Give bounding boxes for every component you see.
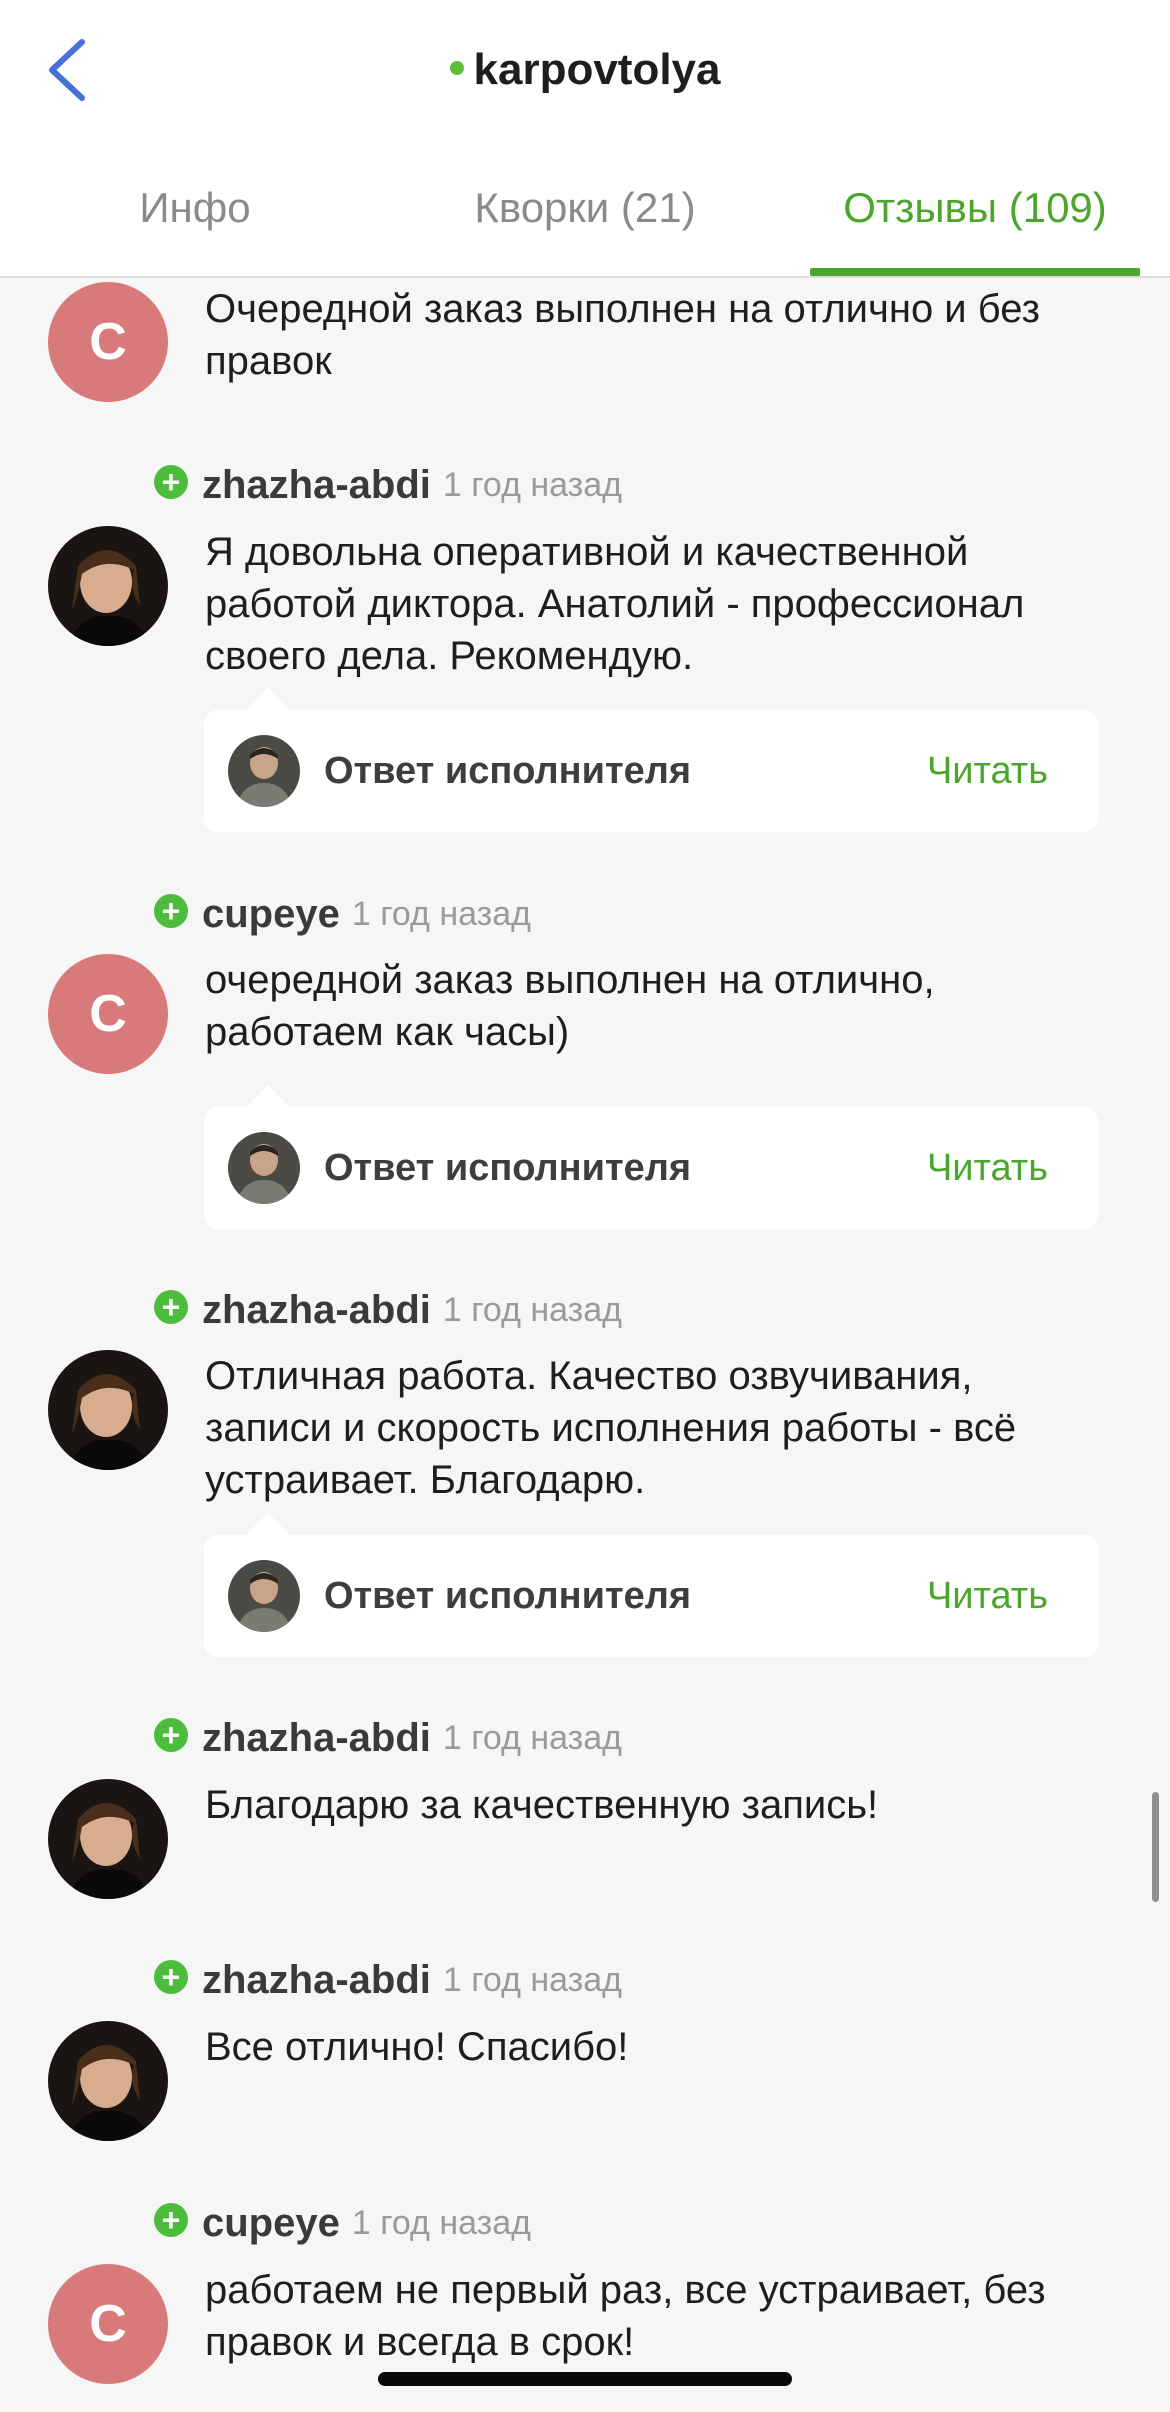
man-photo-icon [228,735,300,807]
avatar: C [48,282,168,402]
reviews-feed[interactable]: C Очередной заказ выполнен на отлично и … [0,278,1170,2412]
review-text: работаем не первый раз, все устраивает, … [205,2268,1046,2364]
plus-badge-icon: + [154,1718,188,1752]
executor-answer-box[interactable]: Ответ исполнителя Читать [204,1085,1098,1229]
tabs: Инфо Кворки (21) Отзывы (109) [0,160,1170,276]
avatar[interactable] [48,2021,168,2141]
review-username[interactable]: zhazha-abdi [202,1958,431,2002]
review-text: Отличная работа. Качество озвучивания, з… [205,1354,1017,1502]
read-link[interactable]: Читать [927,710,1048,832]
executor-answer-label: Ответ исполнителя [324,750,692,792]
review-username[interactable]: cupeye [202,892,340,936]
avatar[interactable] [48,1350,168,1470]
executor-answer-label: Ответ исполнителя [324,1575,692,1617]
woman-photo-icon [48,1350,168,1470]
review-text: Все отлично! Спасибо! [205,2025,629,2069]
executor-answer-box[interactable]: Ответ исполнителя Читать [204,688,1098,832]
scrollbar[interactable] [1152,1792,1159,1902]
avatar[interactable] [48,1779,168,1899]
review-time: 1 год назад [351,895,531,933]
username-title: karpovtolya [473,45,721,94]
review-text: Я довольна оперативной и качественной ра… [205,530,1025,678]
executor-answer-label: Ответ исполнителя [324,1147,692,1189]
review-header: + zhazha-abdi 1 год назад [154,1713,622,1763]
avatar[interactable]: C [48,2264,168,2384]
plus-badge-icon: + [154,465,188,499]
plus-badge-icon: + [154,1290,188,1324]
review-username[interactable]: cupeye [202,2201,340,2245]
review-header: + cupeye 1 год назад [154,2198,531,2248]
avatar[interactable]: C [48,954,168,1074]
man-photo-icon [228,1560,300,1632]
read-link[interactable]: Читать [927,1107,1048,1229]
review-header: + zhazha-abdi 1 год назад [154,1285,622,1335]
review-time: 1 год назад [442,1961,623,1999]
executor-avatar [228,735,300,807]
avatar[interactable] [48,526,168,646]
plus-badge-icon: + [154,1960,188,1994]
page-title: karpovtolya [0,38,1170,102]
review-text: Очередной заказ выполнен на отлично и бе… [205,287,1040,383]
review-username[interactable]: zhazha-abdi [202,1716,431,1760]
plus-badge-icon: + [154,894,188,928]
tab-reviews[interactable]: Отзывы (109) [810,160,1140,276]
review-text: очередной заказ выполнен на отлично, раб… [205,958,935,1054]
review-time: 1 год назад [442,1291,623,1329]
man-photo-icon [228,1132,300,1204]
read-link[interactable]: Читать [927,1535,1048,1657]
review-username[interactable]: zhazha-abdi [202,463,431,507]
review-text: Благодарю за качественную запись! [205,1783,879,1827]
header: karpovtolya Инфо Кворки (21) Отзывы (109… [0,0,1170,278]
active-tab-indicator [810,268,1140,276]
woman-photo-icon [48,526,168,646]
home-indicator[interactable] [378,2372,792,2386]
review-header: + cupeye 1 год назад [154,889,531,939]
tab-kworks[interactable]: Кворки (21) [420,160,750,276]
tab-info[interactable]: Инфо [30,160,360,276]
woman-photo-icon [48,1779,168,1899]
plus-badge-icon: + [154,2203,188,2237]
executor-avatar [228,1132,300,1204]
review-header: + zhazha-abdi 1 год назад [154,460,622,510]
review-time: 1 год назад [442,1719,623,1757]
executor-answer-box[interactable]: Ответ исполнителя Читать [204,1513,1098,1657]
online-status-dot [449,61,464,76]
woman-photo-icon [48,2021,168,2141]
executor-avatar [228,1560,300,1632]
review-time: 1 год назад [351,2204,531,2242]
review-time: 1 год назад [442,466,623,504]
review-username[interactable]: zhazha-abdi [202,1288,431,1332]
review-header: + zhazha-abdi 1 год назад [154,1955,622,2005]
